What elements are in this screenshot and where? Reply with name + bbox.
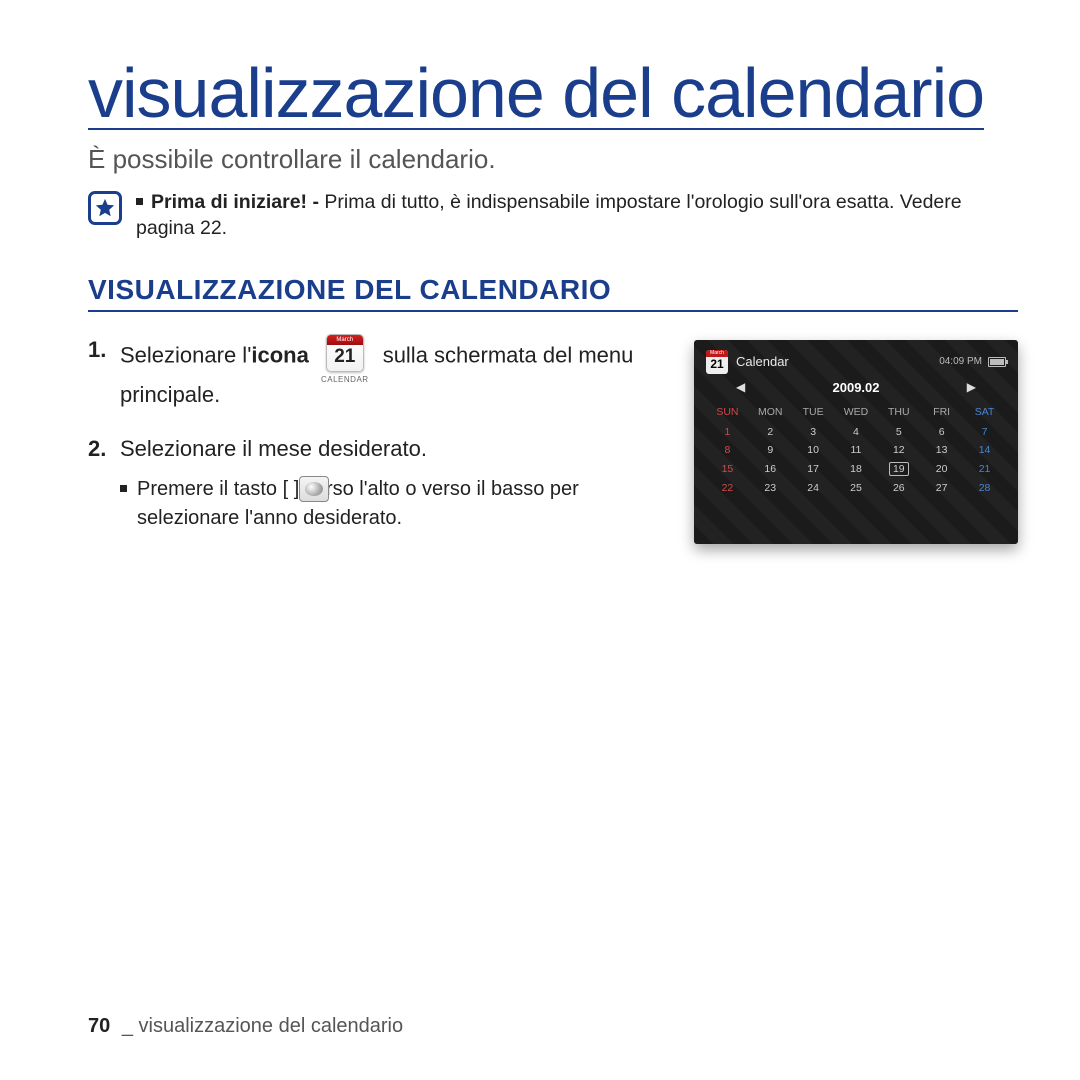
calendar-cell[interactable]: 20: [920, 459, 963, 479]
step2-sub: Premere il tasto [ ] verso l'alto o vers…: [120, 475, 670, 533]
page-number: 70: [88, 1015, 110, 1037]
device-screenshot: March 21 Calendar 04:09 PM ◀ 2009.02 ▶ S…: [694, 340, 1018, 544]
calendar-cell[interactable]: 14: [963, 441, 1006, 459]
calendar-cell[interactable]: 9: [749, 441, 792, 459]
calendar-cell[interactable]: 18: [835, 459, 878, 479]
calendar-cell[interactable]: 21: [963, 459, 1006, 479]
calendar-cell[interactable]: 16: [749, 459, 792, 479]
step-2: Selezionare il mese desiderato. Premere …: [88, 433, 670, 533]
calendar-icon-number: 21: [327, 345, 363, 371]
calendar-cell[interactable]: 24: [792, 479, 835, 497]
note-text: Prima di iniziare! - Prima di tutto, è i…: [136, 189, 1018, 242]
day-header: SAT: [963, 403, 1006, 423]
calendar-cell[interactable]: 23: [749, 479, 792, 497]
footer-text: visualizzazione del calendario: [139, 1015, 404, 1037]
day-header: THU: [877, 403, 920, 423]
calendar-cell[interactable]: 1: [706, 423, 749, 441]
battery-icon: [988, 357, 1006, 367]
day-header: SUN: [706, 403, 749, 423]
step1-bold: icona: [251, 342, 308, 367]
device-month-label: 2009.02: [833, 380, 880, 395]
calendar-cell[interactable]: 3: [792, 423, 835, 441]
calendar-cell[interactable]: 28: [963, 479, 1006, 497]
calendar-cell[interactable]: 6: [920, 423, 963, 441]
note-row: Prima di iniziare! - Prima di tutto, è i…: [88, 189, 1018, 242]
calendar-cell[interactable]: 13: [920, 441, 963, 459]
device-title: Calendar: [736, 354, 789, 369]
intro-text: È possibile controllare il calendario.: [88, 144, 1018, 175]
calendar-cell[interactable]: 5: [877, 423, 920, 441]
section-heading: VISUALIZZAZIONE DEL CALENDARIO: [88, 274, 1018, 312]
note-bold: Prima di iniziare! -: [151, 191, 324, 213]
calendar-cell[interactable]: 7: [963, 423, 1006, 441]
calendar-cell[interactable]: 15: [706, 459, 749, 479]
page-footer: 70 _ visualizzazione del calendario: [88, 1015, 403, 1038]
calendar-cell[interactable]: 4: [835, 423, 878, 441]
calendar-cell[interactable]: 12: [877, 441, 920, 459]
calendar-cell[interactable]: 11: [835, 441, 878, 459]
calendar-cell[interactable]: 22: [706, 479, 749, 497]
calendar-cell[interactable]: 17: [792, 459, 835, 479]
calendar-cell[interactable]: 25: [835, 479, 878, 497]
day-header: WED: [835, 403, 878, 423]
device-calendar-grid: SUN MON TUE WED THU FRI SAT 123456789101…: [706, 403, 1006, 497]
toggle-button-icon: [299, 476, 329, 502]
step-1: Selezionare l'icona March 21 CALENDAR su…: [88, 334, 670, 411]
calendar-cell[interactable]: 2: [749, 423, 792, 441]
calendar-icon-tab: March: [327, 335, 363, 345]
day-header: MON: [749, 403, 792, 423]
star-icon: [88, 191, 122, 225]
calendar-cell[interactable]: 27: [920, 479, 963, 497]
page-title: visualizzazione del calendario: [88, 58, 984, 130]
footer-sep: _: [122, 1015, 133, 1037]
step1-part-a: Selezionare l': [120, 342, 251, 367]
calendar-cell[interactable]: 10: [792, 441, 835, 459]
calendar-cell[interactable]: 19: [877, 459, 920, 479]
calendar-cell[interactable]: 8: [706, 441, 749, 459]
calendar-cell[interactable]: 26: [877, 479, 920, 497]
calendar-icon: March 21 CALENDAR: [321, 334, 369, 386]
prev-month-arrow[interactable]: ◀: [736, 380, 745, 394]
step2-sub-text: Premere il tasto [ ] verso l'alto o vers…: [137, 478, 579, 529]
day-header: TUE: [792, 403, 835, 423]
device-calendar-icon: March 21: [706, 350, 728, 374]
device-time: 04:09 PM: [939, 356, 982, 367]
calendar-icon-caption: CALENDAR: [321, 374, 369, 386]
step2-text: Selezionare il mese desiderato.: [120, 436, 427, 461]
day-header: FRI: [920, 403, 963, 423]
next-month-arrow[interactable]: ▶: [967, 380, 976, 394]
